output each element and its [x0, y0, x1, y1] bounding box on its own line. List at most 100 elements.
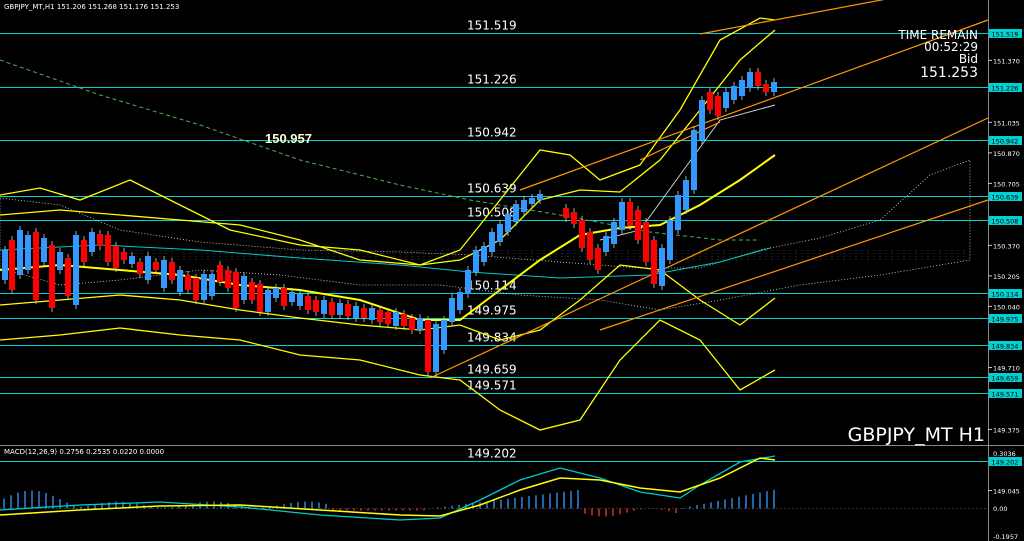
bull-candle	[521, 200, 527, 212]
level-tag: 149.834	[992, 343, 1019, 351]
bid-label: Bid	[959, 52, 978, 66]
bull-candle	[289, 292, 295, 302]
level-tag: 150.114	[992, 291, 1019, 299]
bear-candle	[65, 258, 71, 296]
bull-candle	[505, 214, 511, 232]
bear-candle	[563, 208, 569, 218]
bear-candle	[185, 275, 191, 290]
bear-candle	[425, 320, 431, 372]
bull-candle	[25, 235, 31, 270]
price-axis-label: 150.370	[993, 242, 1020, 250]
bear-candle	[9, 240, 15, 290]
bull-candle	[337, 303, 343, 315]
bear-candle	[401, 314, 407, 326]
bull-candle	[129, 256, 135, 264]
bear-candle	[281, 288, 287, 306]
price-axis-label: 150.705	[993, 180, 1020, 188]
bear-candle	[233, 272, 239, 308]
level-tag: 149.659	[992, 375, 1019, 383]
bull-candle	[41, 238, 47, 262]
bull-candle	[457, 292, 463, 310]
macd-axis-label: -0.1957	[993, 533, 1018, 541]
price-axis: 151.370 151.035 150.870 150.705 150.370 150.2…	[988, 57, 1020, 495]
level-tag: 149.571	[992, 391, 1019, 399]
bull-candle	[699, 100, 705, 140]
bull-candle	[691, 130, 697, 190]
bear-candle	[153, 262, 159, 270]
bear-candle	[105, 235, 111, 262]
level-tag: 150.508	[992, 218, 1019, 226]
bull-candle	[481, 246, 487, 262]
level-tag: 150.942	[992, 138, 1019, 146]
bear-candle	[715, 96, 721, 116]
bull-candle	[417, 318, 423, 330]
price-chart[interactable]: 151.731151.731151.519151.519151.226151.2…	[0, 0, 1024, 541]
bull-candle	[771, 82, 777, 92]
level-label: 151.226	[467, 73, 517, 87]
bull-candle	[57, 252, 63, 270]
bear-candle	[137, 262, 143, 274]
bear-candle	[257, 284, 263, 312]
bear-candle	[49, 245, 55, 308]
chart-window[interactable]: 151.731151.731151.519151.519151.226151.2…	[0, 0, 1024, 541]
pivot-label: 150.957	[265, 131, 312, 146]
level-label: 150.114	[467, 279, 517, 293]
bull-candle	[723, 92, 729, 108]
price-axis-label: 150.870	[993, 150, 1020, 158]
bid-value: 151.253	[920, 65, 978, 81]
bear-candle	[651, 240, 657, 284]
bull-candle	[145, 256, 151, 280]
bear-candle	[225, 270, 231, 288]
bull-candle	[2, 250, 8, 280]
bear-candle	[571, 212, 577, 224]
bull-candle	[675, 195, 681, 230]
level-label: 149.202	[467, 447, 517, 461]
level-tag: 149.202	[992, 459, 1019, 467]
bull-candle	[209, 274, 215, 296]
bull-candle	[603, 236, 609, 252]
bull-candle	[529, 198, 535, 204]
bear-candle	[217, 265, 223, 282]
bear-candle	[409, 318, 415, 330]
bear-candle	[121, 252, 127, 260]
price-axis-label: 149.045	[993, 487, 1020, 495]
price-axis-label: 151.370	[993, 57, 1020, 65]
price-axis-label: 151.035	[993, 119, 1020, 127]
bull-candle	[369, 308, 375, 320]
level-tag: 151.226	[992, 85, 1019, 93]
level-label: 150.942	[467, 126, 517, 140]
bear-candle	[305, 296, 311, 310]
bull-candle	[449, 298, 455, 322]
bull-candle	[353, 306, 359, 318]
bear-candle	[249, 282, 255, 300]
bull-candle	[659, 248, 665, 286]
macd-axis-label: 0.00	[993, 505, 1007, 513]
symbol-label: GBPJPY_MT H1	[848, 424, 985, 446]
bull-candle	[273, 288, 279, 298]
bear-candle	[81, 240, 87, 262]
bull-candle	[739, 80, 745, 96]
macd-panel: 0.3036 0.00 -0.1957	[0, 450, 1018, 541]
level-label: 149.659	[467, 363, 517, 377]
bear-candle	[587, 232, 593, 260]
bear-candle	[579, 220, 585, 248]
bull-candle	[321, 300, 327, 314]
level-label: 149.975	[467, 304, 517, 318]
bull-candle	[489, 232, 495, 252]
bull-candle	[465, 270, 471, 294]
bear-candle	[595, 248, 601, 270]
bear-candle	[635, 210, 641, 240]
bull-candle	[17, 230, 23, 275]
bull-candle	[241, 276, 247, 300]
bull-candle	[497, 224, 503, 242]
price-axis-label: 149.375	[993, 426, 1020, 434]
bull-candle	[513, 204, 519, 222]
macd-info: MACD(12,26,9) 0.2756 0.2535 0.0220 0.000…	[4, 448, 164, 456]
bear-candle	[169, 262, 175, 280]
bear-candle	[755, 72, 761, 86]
bull-candle	[441, 320, 447, 350]
bull-candle	[89, 232, 95, 252]
bear-candle	[361, 308, 367, 318]
bear-candle	[313, 300, 319, 312]
bear-candle	[763, 84, 769, 92]
